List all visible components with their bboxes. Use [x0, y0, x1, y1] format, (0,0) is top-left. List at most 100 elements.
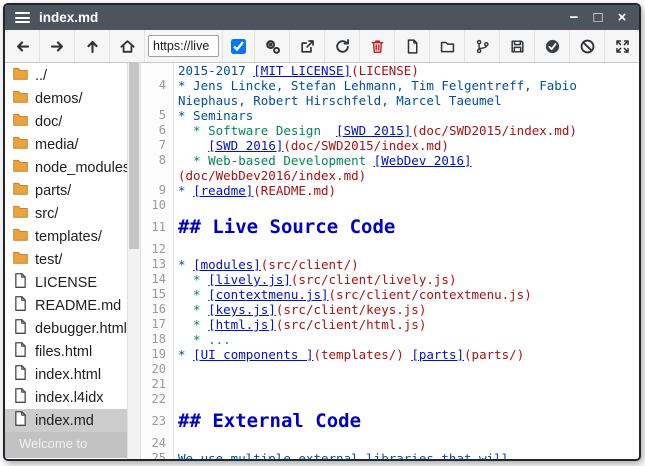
code-text[interactable]: We use multiple external libraries that …	[174, 451, 639, 459]
new-file-button[interactable]	[395, 30, 429, 62]
fullscreen-button-cell	[605, 30, 639, 62]
sidebar-item-..[interactable]: ../	[5, 64, 127, 87]
sidebar-item-node-modules[interactable]: node_modules/	[5, 156, 127, 179]
delete-button[interactable]	[360, 30, 394, 62]
code-text[interactable]: * [readme](README.md)	[174, 183, 639, 198]
code-text[interactable]	[174, 377, 639, 392]
sidebar-item-label: node_modules/	[35, 160, 127, 176]
line-number: 22	[141, 392, 174, 407]
line-number: 16	[141, 302, 174, 317]
code-text[interactable]	[174, 242, 639, 257]
list-text: *	[178, 272, 208, 287]
code-text[interactable]: * Web-based Development [WebDev 2016]	[174, 153, 639, 168]
code-text[interactable]: * [keys.js](src/client/keys.js)	[174, 302, 639, 317]
forward-button[interactable]	[40, 30, 74, 62]
code-text[interactable]	[174, 198, 639, 213]
code-text[interactable]: Niephaus, Robert Hirschfeld, Marcel Taeu…	[174, 93, 639, 108]
editor-line: 25We use multiple external libraries tha…	[141, 451, 639, 459]
sidebar-item-index.html[interactable]: index.html	[5, 363, 127, 386]
up-button[interactable]	[75, 30, 109, 62]
close-button[interactable]: ×	[610, 5, 634, 30]
list-text: *	[178, 287, 208, 302]
home-button[interactable]	[110, 30, 144, 62]
markdown-heading: ## External Code	[178, 410, 361, 432]
markdown-link[interactable]: [lively.js]	[208, 272, 291, 287]
sidebar-item-license[interactable]: LICENSE	[5, 271, 127, 294]
sidebar-item-media[interactable]: media/	[5, 133, 127, 156]
maximize-button[interactable]: □	[586, 5, 610, 30]
settings-button-cell	[255, 30, 290, 62]
markdown-link[interactable]: [SWD 2015]	[336, 123, 411, 138]
sidebar-item-doc[interactable]: doc/	[5, 110, 127, 133]
sidebar-item-files.html[interactable]: files.html	[5, 340, 127, 363]
sidebar-scrollbar[interactable]	[127, 63, 141, 459]
markdown-link[interactable]: [modules]	[193, 257, 261, 272]
code-text[interactable]: * Jens Lincke, Stefan Lehmann, Tim Felge…	[174, 78, 639, 93]
sidebar-item-index.md[interactable]: index.md	[5, 409, 127, 432]
code-text[interactable]: ## Live Source Code	[174, 213, 639, 242]
line-number: 15	[141, 287, 174, 302]
url-checkbox[interactable]	[231, 39, 246, 54]
scrollbar-thumb[interactable]	[129, 63, 139, 249]
code-text[interactable]: ## External Code	[174, 407, 639, 436]
save-button[interactable]	[500, 30, 534, 62]
editor-line: 4* Jens Lincke, Stefan Lehmann, Tim Felg…	[141, 78, 639, 93]
code-text[interactable]: * Software Design [SWD 2015](doc/SWD2015…	[174, 123, 639, 138]
sidebar-item-demos[interactable]: demos/	[5, 87, 127, 110]
markdown-link[interactable]: [contextmenu.js]	[208, 287, 328, 302]
minimize-button[interactable]: −	[562, 5, 586, 30]
settings-button[interactable]	[255, 30, 289, 62]
sidebar-item-templates[interactable]: templates/	[5, 225, 127, 248]
accept-button[interactable]	[535, 30, 569, 62]
code-text[interactable]: * [UI components ](templates/) [parts](p…	[174, 347, 639, 362]
file-icon	[12, 387, 29, 408]
code-text[interactable]: * [contextmenu.js](src/client/contextmen…	[174, 287, 639, 302]
sidebar-item-label: LICENSE	[35, 275, 97, 291]
back-button[interactable]	[5, 30, 39, 62]
markdown-link[interactable]: [SWD 2016]	[208, 138, 283, 153]
editor-line: 21	[141, 377, 639, 392]
reload-button[interactable]	[325, 30, 359, 62]
markdown-link[interactable]: [WebDev 2016]	[374, 153, 472, 168]
sidebar-item-debugger.html[interactable]: debugger.html	[5, 317, 127, 340]
editor-line: 20	[141, 362, 639, 377]
markdown-link[interactable]: [MIT LICENSE]	[253, 63, 351, 78]
sidebar-item-src[interactable]: src/	[5, 202, 127, 225]
open-external-button[interactable]	[290, 30, 324, 62]
open-folder-button[interactable]	[430, 30, 464, 62]
code-text[interactable]	[174, 392, 639, 407]
editor-line: 10	[141, 198, 639, 213]
url-cell	[145, 30, 223, 62]
sidebar-item-index.l4idx[interactable]: index.l4idx	[5, 386, 127, 409]
markdown-link[interactable]: [parts]	[411, 347, 464, 362]
list-text: * Software Design	[178, 123, 336, 138]
cancel-button[interactable]	[570, 30, 604, 62]
markdown-link[interactable]: [keys.js]	[208, 302, 276, 317]
code-text[interactable]	[174, 362, 639, 377]
code-text[interactable]: * Seminars	[174, 108, 639, 123]
markdown-editor[interactable]: 2015-2017 [MIT LICENSE](LICENSE)4* Jens …	[141, 63, 639, 459]
markdown-link[interactable]: [UI components ]	[193, 347, 313, 362]
markdown-link[interactable]: [html.js]	[208, 317, 276, 332]
editor-line: 18 * ...	[141, 332, 639, 347]
markdown-link[interactable]: [readme]	[193, 183, 253, 198]
url-input[interactable]	[148, 35, 219, 57]
code-text[interactable]: * [html.js](src/client/html.js)	[174, 317, 639, 332]
line-number: 13	[141, 257, 174, 272]
reload-button-cell	[325, 30, 360, 62]
code-text[interactable]: * ...	[174, 332, 639, 347]
code-text[interactable]: 2015-2017 [MIT LICENSE](LICENSE)	[174, 63, 639, 78]
menu-icon[interactable]	[15, 12, 30, 23]
version-control-button[interactable]	[465, 30, 499, 62]
sidebar-item-parts[interactable]: parts/	[5, 179, 127, 202]
code-text[interactable]: * [modules](src/client/)	[174, 257, 639, 272]
sidebar-item-readme.md[interactable]: README.md	[5, 294, 127, 317]
code-text[interactable]	[174, 436, 639, 451]
line-number: 24	[141, 436, 174, 451]
code-text[interactable]: * [lively.js](src/client/lively.js)	[174, 272, 639, 287]
fullscreen-button[interactable]	[605, 30, 639, 62]
code-text[interactable]: (doc/WebDev2016/index.md)	[174, 168, 639, 183]
sidebar-item-test[interactable]: test/	[5, 248, 127, 271]
code-text[interactable]: [SWD 2016](doc/SWD2015/index.md)	[174, 138, 639, 153]
line-number: 25	[141, 451, 174, 459]
